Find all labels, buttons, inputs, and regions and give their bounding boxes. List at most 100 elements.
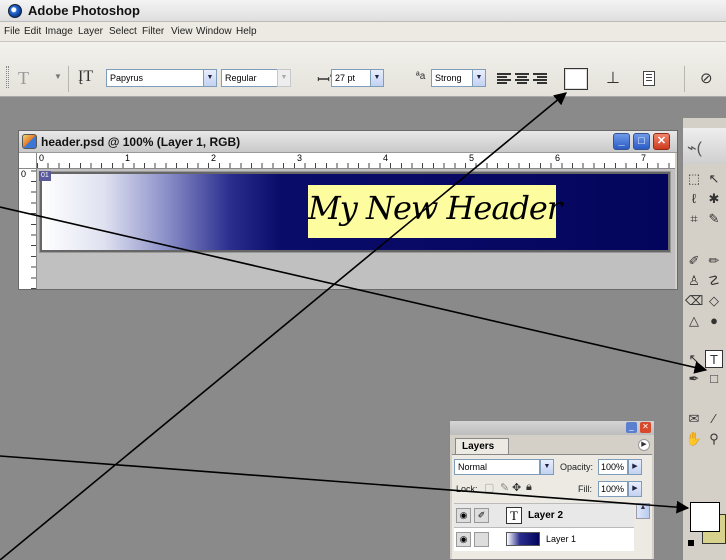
document-window: header.psd @ 100% (Layer 1, RGB) _ □ ✕ 0… xyxy=(18,130,678,290)
blur-tool-icon[interactable]: △ xyxy=(685,312,703,330)
visibility-eye-icon[interactable]: ◉ xyxy=(456,532,471,547)
cancel-edits-icon[interactable]: ⊘ xyxy=(700,69,713,87)
eyedropper-tool-icon[interactable]: ⁄ xyxy=(705,410,723,428)
menu-select[interactable]: Select xyxy=(109,26,137,37)
layers-palette-titlebar[interactable]: _ ✕ xyxy=(450,421,654,435)
layer-thumbnail xyxy=(506,532,540,546)
blend-mode-dropdown[interactable]: ▼ xyxy=(540,459,554,475)
ruler-label: 0 xyxy=(39,153,45,163)
preset-dropdown-icon[interactable]: ▼ xyxy=(54,72,62,81)
ruler-label: 0 xyxy=(21,169,27,179)
layer-row[interactable]: ◉ Layer 1 xyxy=(454,527,634,551)
ruler-label: 1 xyxy=(125,153,131,163)
character-palette-icon[interactable] xyxy=(643,71,655,86)
options-bar-grip[interactable] xyxy=(6,66,9,88)
lock-position-icon[interactable]: ✥ xyxy=(512,481,521,494)
magic-wand-tool-icon[interactable]: ✱ xyxy=(705,190,723,208)
vertical-ruler[interactable]: 0 xyxy=(19,169,37,289)
history-brush-tool-icon[interactable]: ☡ xyxy=(705,272,723,290)
marquee-tool-icon[interactable]: ⬚ xyxy=(685,170,703,188)
path-select-tool-icon[interactable]: ↖ xyxy=(685,350,703,368)
lock-transparency-icon[interactable]: ▢ xyxy=(484,481,494,494)
document-title-bar[interactable]: header.psd @ 100% (Layer 1, RGB) _ □ ✕ xyxy=(19,131,677,153)
menu-view[interactable]: View xyxy=(171,26,193,37)
antialias-dropdown[interactable]: ▼ xyxy=(472,69,486,87)
layer-name[interactable]: Layer 1 xyxy=(546,534,576,544)
layers-palette: _ ✕ Layers ▶ Normal ▼ Opacity: 100% ▶ Lo… xyxy=(449,420,655,560)
toolbox: ⌁( ⬚ ↖ ℓ ✱ ⌗ ✎ ✐ ✏ ♙ ☡ ⌫ ◇ △ ● ↖ T ✒ □ ✉… xyxy=(682,118,726,560)
text-layer-box[interactable]: My New Header xyxy=(308,185,562,238)
foreground-color-swatch[interactable] xyxy=(690,502,720,532)
font-style-dropdown[interactable]: ▼ xyxy=(277,69,291,87)
lock-label: Lock: xyxy=(456,484,478,494)
ruler-label: 3 xyxy=(297,153,303,163)
layers-tab[interactable]: Layers xyxy=(455,438,509,454)
text-orientation-icon[interactable]: ĮT xyxy=(78,68,93,86)
font-size-dropdown[interactable]: ▼ xyxy=(370,69,384,87)
layer-row[interactable]: ◉ ✐ T Layer 2 xyxy=(454,503,634,527)
palette-menu-icon[interactable]: ▶ xyxy=(638,439,650,451)
separator xyxy=(68,66,69,92)
document-icon xyxy=(22,134,37,149)
hand-tool-icon[interactable]: ✋ xyxy=(685,430,703,448)
blend-mode-field[interactable]: Normal xyxy=(454,459,540,475)
layer-link-icon[interactable] xyxy=(474,532,489,547)
stamp-tool-icon[interactable]: ♙ xyxy=(685,272,703,290)
palette-minimize-button[interactable]: _ xyxy=(626,422,637,433)
photoshop-window: Adobe Photoshop File Edit Image Layer Se… xyxy=(0,0,726,560)
align-left-icon[interactable] xyxy=(497,73,511,84)
zoom-tool-icon[interactable]: ⚲ xyxy=(705,430,723,448)
menu-edit[interactable]: Edit xyxy=(24,26,41,37)
opacity-slider-button[interactable]: ▶ xyxy=(628,459,642,475)
lock-all-icon[interactable]: 🔒︎ xyxy=(526,481,532,494)
header-image[interactable]: My New Header xyxy=(39,171,671,253)
menu-window[interactable]: Window xyxy=(196,26,232,37)
shape-tool-icon[interactable]: □ xyxy=(705,370,723,388)
canvas-area[interactable]: My New Header 01 xyxy=(37,169,675,289)
fill-field[interactable]: 100% xyxy=(598,481,628,497)
type-tool-icon[interactable]: T xyxy=(705,350,723,368)
header-text[interactable]: My New Header xyxy=(308,189,562,227)
text-tool-preset-icon[interactable]: T xyxy=(18,68,29,89)
layer-brush-icon[interactable]: ✐ xyxy=(474,508,489,523)
minimize-button[interactable]: _ xyxy=(613,133,630,150)
align-right-icon[interactable] xyxy=(533,73,547,84)
maximize-button[interactable]: □ xyxy=(633,133,650,150)
eraser-tool-icon[interactable]: ⌫ xyxy=(685,292,703,310)
palette-close-button[interactable]: ✕ xyxy=(640,422,651,433)
bucket-tool-icon[interactable]: ◇ xyxy=(705,292,723,310)
close-button[interactable]: ✕ xyxy=(653,133,670,150)
menu-image[interactable]: Image xyxy=(45,26,73,37)
layer-name[interactable]: Layer 2 xyxy=(528,510,563,521)
dodge-tool-icon[interactable]: ● xyxy=(705,312,723,330)
ruler-origin[interactable] xyxy=(19,153,37,169)
move-tool-icon[interactable]: ↖ xyxy=(705,170,723,188)
menu-filter[interactable]: Filter xyxy=(142,26,164,37)
brush-tool-icon[interactable]: ✐ xyxy=(685,252,703,270)
lasso-tool-icon[interactable]: ℓ xyxy=(685,190,703,208)
align-center-icon[interactable] xyxy=(515,73,529,84)
visibility-eye-icon[interactable]: ◉ xyxy=(456,508,471,523)
slice-tool-icon[interactable]: ✎ xyxy=(705,210,723,228)
pen-tool-icon[interactable]: ✒ xyxy=(685,370,703,388)
font-family-field[interactable]: Papyrus xyxy=(106,69,214,87)
crop-tool-icon[interactable]: ⌗ xyxy=(685,210,703,228)
menu-file[interactable]: File xyxy=(4,26,20,37)
scroll-up-button[interactable]: ▲ xyxy=(636,503,650,519)
menu-help[interactable]: Help xyxy=(236,26,257,37)
notes-tool-icon[interactable]: ✉ xyxy=(685,410,703,428)
text-color-swatch[interactable] xyxy=(564,68,588,90)
photoshop-feather-logo[interactable]: ⌁( xyxy=(683,128,726,164)
pencil-tool-icon[interactable]: ✏ xyxy=(705,252,723,270)
horizontal-ruler[interactable]: 0 1 2 3 4 5 6 7 xyxy=(37,153,675,169)
menu-layer[interactable]: Layer xyxy=(78,26,103,37)
font-family-dropdown[interactable]: ▼ xyxy=(203,69,217,87)
warp-text-icon[interactable]: ⊥ xyxy=(606,68,620,88)
lock-pixels-icon[interactable]: ✎ xyxy=(500,481,509,494)
options-bar: T ▼ ĮT Papyrus ▼ Regular ▼ ꟷT 27 pt ▼ ªa… xyxy=(0,42,726,97)
opacity-field[interactable]: 100% xyxy=(598,459,628,475)
fill-slider-button[interactable]: ▶ xyxy=(628,481,642,497)
ruler-label: 2 xyxy=(211,153,217,163)
default-colors-icon[interactable] xyxy=(688,540,694,546)
fill-label: Fill: xyxy=(578,484,592,494)
